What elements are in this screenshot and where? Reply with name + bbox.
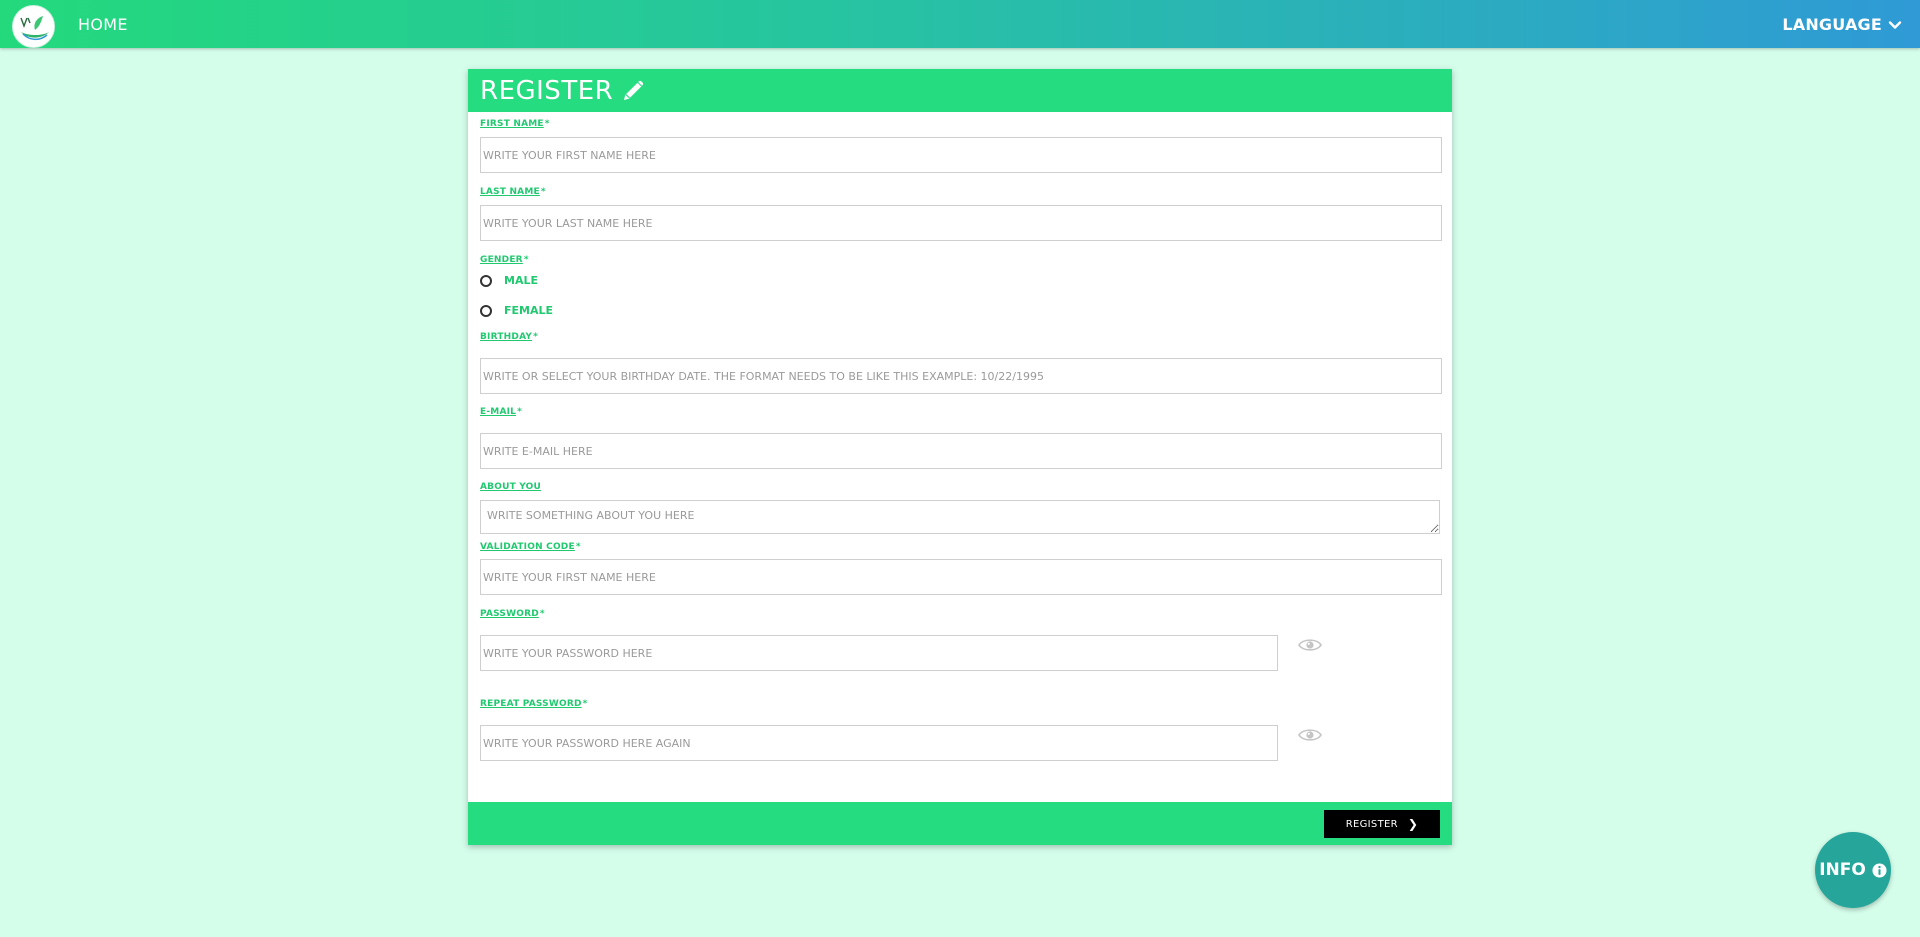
last-name-label-text: LAST NAME bbox=[480, 187, 540, 197]
repeat-password-input[interactable] bbox=[480, 725, 1278, 761]
info-button[interactable]: INFO bbox=[1815, 832, 1891, 908]
first-name-label-text: FIRST NAME bbox=[480, 119, 544, 129]
register-card: REGISTER FIRST NAME* LAST NAME* GENDER* … bbox=[468, 69, 1452, 845]
required-mark: * bbox=[533, 332, 539, 342]
site-logo[interactable] bbox=[12, 5, 55, 48]
gender-label: GENDER* bbox=[480, 255, 529, 265]
register-button[interactable]: REGISTER ❯ bbox=[1324, 810, 1440, 838]
email-label-text: E-MAIL bbox=[480, 407, 517, 417]
pencil-icon bbox=[624, 80, 644, 100]
validation-code-label-text: VALIDATION CODE bbox=[480, 542, 575, 552]
validation-code-input[interactable] bbox=[480, 559, 1442, 595]
language-dropdown[interactable]: LANGUAGE bbox=[1782, 15, 1902, 34]
birthday-input[interactable] bbox=[480, 358, 1442, 394]
required-mark: * bbox=[517, 407, 523, 417]
register-button-label: REGISTER bbox=[1345, 818, 1398, 830]
password-input[interactable] bbox=[480, 635, 1278, 671]
page-title: REGISTER bbox=[480, 75, 614, 106]
top-navbar: HOME LANGUAGE bbox=[0, 0, 1920, 48]
required-mark: * bbox=[523, 255, 529, 265]
password-label: PASSWORD* bbox=[480, 609, 545, 619]
gender-option-female[interactable]: FEMALE bbox=[480, 304, 553, 317]
nav-home-link[interactable]: HOME bbox=[78, 15, 128, 34]
radio-label-female: FEMALE bbox=[504, 304, 554, 317]
last-name-input[interactable] bbox=[480, 205, 1442, 241]
required-mark: * bbox=[575, 542, 581, 552]
about-label: ABOUT YOU bbox=[480, 482, 541, 492]
email-label: E-MAIL* bbox=[480, 407, 522, 417]
show-repeat-password-toggle[interactable] bbox=[1298, 727, 1322, 743]
eye-icon bbox=[1298, 639, 1322, 651]
repeat-password-label-text: REPEAT PASSWORD bbox=[480, 699, 582, 709]
card-header: REGISTER bbox=[468, 69, 1452, 112]
radio-button-male[interactable] bbox=[480, 274, 492, 287]
first-name-input[interactable] bbox=[480, 137, 1442, 173]
email-input[interactable] bbox=[480, 433, 1442, 469]
password-label-text: PASSWORD bbox=[480, 609, 539, 619]
birthday-label-text: BIRTHDAY bbox=[480, 332, 533, 342]
radio-label-male: MALE bbox=[504, 274, 538, 287]
required-mark: * bbox=[544, 119, 550, 129]
language-label: LANGUAGE bbox=[1782, 15, 1882, 34]
about-textarea[interactable] bbox=[480, 500, 1440, 534]
validation-code-label: VALIDATION CODE* bbox=[480, 542, 581, 552]
last-name-label: LAST NAME* bbox=[480, 187, 546, 197]
chevron-right-icon: ❯ bbox=[1407, 817, 1419, 831]
birthday-label: BIRTHDAY* bbox=[480, 332, 538, 342]
gender-label-text: GENDER bbox=[480, 255, 523, 265]
required-mark: * bbox=[540, 187, 546, 197]
required-mark: * bbox=[539, 609, 545, 619]
logo-graphic bbox=[14, 7, 54, 47]
first-name-label: FIRST NAME* bbox=[480, 119, 550, 129]
eye-icon bbox=[1298, 729, 1322, 741]
about-label-text: ABOUT YOU bbox=[480, 482, 542, 492]
info-button-label: INFO bbox=[1819, 860, 1866, 880]
card-footer: REGISTER ❯ bbox=[468, 802, 1452, 845]
required-mark: * bbox=[582, 699, 588, 709]
gender-option-male[interactable]: MALE bbox=[480, 274, 538, 287]
radio-button-female[interactable] bbox=[480, 304, 492, 317]
info-circle-icon bbox=[1872, 862, 1887, 878]
repeat-password-label: REPEAT PASSWORD* bbox=[480, 699, 588, 709]
show-password-toggle[interactable] bbox=[1298, 637, 1322, 653]
chevron-down-icon bbox=[1888, 20, 1902, 29]
